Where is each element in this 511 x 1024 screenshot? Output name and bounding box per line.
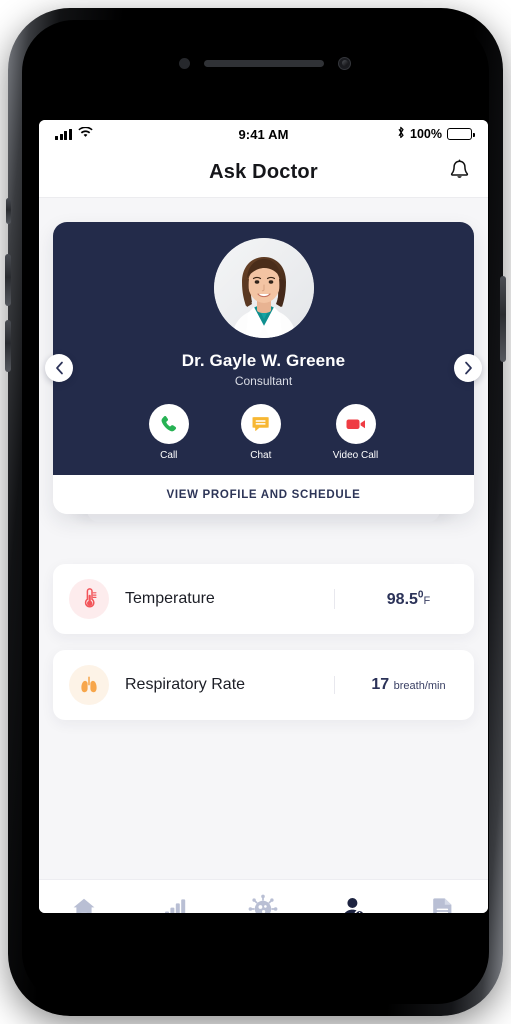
document-icon bbox=[433, 897, 452, 913]
nav-item-home[interactable] bbox=[39, 895, 129, 913]
chat-button-label: Chat bbox=[250, 450, 272, 461]
volume-up-button[interactable] bbox=[5, 254, 11, 306]
app-content-area: Dr. Gayle W. Greene Consultant Call Chat… bbox=[39, 222, 488, 879]
doctor-role: Consultant bbox=[234, 374, 293, 388]
temperature-value: 98.5 bbox=[386, 590, 418, 608]
status-bar-time: 9:41 AM bbox=[238, 126, 289, 142]
virus-icon bbox=[249, 894, 278, 913]
temperature-unit: F bbox=[423, 594, 431, 607]
proximity-sensor-icon bbox=[179, 58, 190, 69]
doctor-card-body: Dr. Gayle W. Greene Consultant Call Chat… bbox=[53, 222, 474, 475]
nav-item-add-person[interactable] bbox=[308, 895, 398, 913]
chat-button[interactable]: Chat bbox=[240, 404, 281, 461]
chevron-left-icon bbox=[55, 361, 63, 375]
bottom-navigation-bar bbox=[39, 879, 488, 913]
home-icon bbox=[73, 898, 95, 913]
carousel-prev-button[interactable] bbox=[45, 354, 73, 382]
earpiece-speaker bbox=[204, 60, 324, 67]
doctor-avatar-photo bbox=[213, 238, 314, 338]
chat-bubble-icon bbox=[240, 404, 281, 444]
vital-card-temperature[interactable]: Temperature 98.50F bbox=[53, 564, 474, 634]
battery-full-icon bbox=[447, 128, 475, 140]
vital-value-respiratory-rate: 17 breath/min bbox=[334, 676, 458, 694]
video-camera-icon bbox=[335, 404, 376, 444]
nav-item-statistics[interactable] bbox=[129, 895, 219, 913]
chevron-right-icon bbox=[464, 361, 472, 375]
doctor-card[interactable]: Dr. Gayle W. Greene Consultant Call Chat… bbox=[53, 222, 474, 514]
respiratory-rate-unit: breath/min bbox=[393, 680, 446, 692]
phone-screen: 9:41 AM 100% Ask Doctor Dr. Gayle W. Gre… bbox=[39, 120, 488, 913]
bar-chart-icon bbox=[164, 898, 185, 913]
nav-item-documents[interactable] bbox=[398, 895, 488, 913]
vital-label-respiratory-rate: Respiratory Rate bbox=[125, 676, 246, 693]
vital-label-temperature: Temperature bbox=[125, 590, 215, 607]
vital-value-temperature: 98.50F bbox=[334, 589, 458, 609]
respiratory-rate-value: 17 bbox=[371, 676, 390, 693]
vital-card-respiratory-rate[interactable]: Respiratory Rate 17 breath/min bbox=[53, 650, 474, 720]
video-call-button[interactable]: Video Call bbox=[333, 404, 378, 461]
lungs-icon bbox=[69, 665, 109, 705]
thermometer-icon bbox=[69, 579, 109, 619]
doctor-name: Dr. Gayle W. Greene bbox=[181, 351, 346, 370]
call-button[interactable]: Call bbox=[148, 404, 189, 461]
video-call-button-label: Video Call bbox=[332, 450, 379, 461]
nav-item-virus[interactable] bbox=[219, 894, 309, 913]
front-camera-icon bbox=[338, 57, 351, 70]
page-title: Ask Doctor bbox=[209, 161, 318, 183]
carousel-next-button[interactable] bbox=[454, 354, 482, 382]
doctor-carousel: Dr. Gayle W. Greene Consultant Call Chat… bbox=[45, 222, 482, 522]
power-button[interactable] bbox=[500, 276, 506, 362]
status-bar: 9:41 AM 100% bbox=[39, 120, 488, 148]
app-header: Ask Doctor bbox=[39, 148, 488, 198]
phone-icon bbox=[148, 404, 189, 444]
phone-device-frame: 9:41 AM 100% Ask Doctor Dr. Gayle W. Gre… bbox=[5, 8, 506, 1016]
notification-bell-icon[interactable] bbox=[449, 159, 470, 187]
doctor-action-buttons: Call Chat Video Call bbox=[53, 404, 474, 461]
view-profile-and-schedule-button[interactable]: VIEW PROFILE AND SCHEDULE bbox=[53, 475, 474, 514]
silent-switch-button[interactable] bbox=[6, 198, 11, 224]
add-person-icon bbox=[344, 897, 366, 913]
volume-down-button[interactable] bbox=[5, 320, 11, 372]
call-button-label: Call bbox=[160, 450, 178, 461]
